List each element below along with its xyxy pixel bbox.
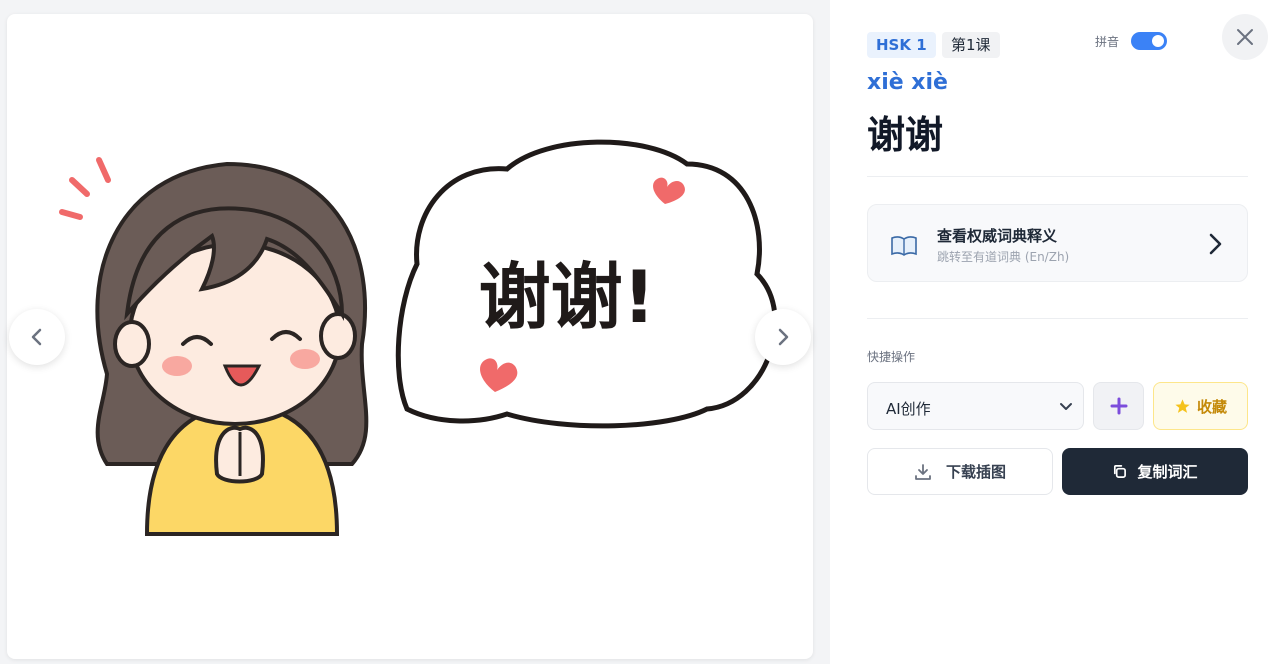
mode-select[interactable]: AI创作 <box>867 382 1084 430</box>
close-button[interactable] <box>1222 14 1268 60</box>
download-illustration-button[interactable]: 下载插图 <box>867 448 1053 495</box>
close-icon <box>1237 29 1253 45</box>
illustration-card: 谢谢! <box>7 14 813 659</box>
illustration: 谢谢! <box>59 139 778 536</box>
divider <box>867 318 1248 319</box>
chevron-right-icon <box>1209 233 1222 255</box>
copy-label: 复制词汇 <box>1137 463 1198 481</box>
download-label: 下载插图 <box>945 463 1006 481</box>
quick-actions-label: 快捷操作 <box>867 350 916 364</box>
previous-image-button[interactable] <box>9 309 65 365</box>
add-button[interactable] <box>1093 382 1144 430</box>
hsk-level-badge: HSK 1 <box>867 32 936 58</box>
toggle-knob <box>1152 35 1164 47</box>
lesson-badge: 第1课 <box>942 32 1000 58</box>
next-image-button[interactable] <box>755 309 811 365</box>
book-icon <box>891 236 917 256</box>
download-icon <box>915 463 931 480</box>
dictionary-title: 查看权威词典释义 <box>937 227 1058 245</box>
divider <box>867 176 1248 177</box>
copy-icon <box>1114 465 1127 478</box>
image-viewer: 谢谢! <box>0 0 830 664</box>
pinyin-toggle-label: 拼音 <box>1095 35 1120 49</box>
pinyin-toggle[interactable] <box>1131 32 1167 50</box>
dictionary-link-card[interactable]: 查看权威词典释义 跳转至有道词典 (En/Zh) <box>867 204 1248 282</box>
copy-word-button[interactable]: 复制词汇 <box>1062 448 1248 495</box>
plus-icon <box>1110 397 1127 415</box>
mode-select-value: AI创作 <box>886 400 931 418</box>
favorite-button[interactable]: 收藏 <box>1153 382 1248 430</box>
word-detail-panel: HSK 1 第1课 拼音 xiè xiè 谢谢 查看权威词典释义 跳转至有道词典… <box>830 0 1276 664</box>
chevron-left-icon <box>31 328 42 346</box>
word-hanzi: 谢谢 <box>867 113 944 157</box>
dictionary-subtitle: 跳转至有道词典 (En/Zh) <box>937 250 1070 264</box>
star-icon <box>1175 398 1190 413</box>
favorite-label: 收藏 <box>1196 397 1227 416</box>
word-pinyin: xiè xiè <box>867 70 948 95</box>
speech-bubble-text: 谢谢! <box>479 255 656 339</box>
chevron-down-icon <box>1060 403 1072 410</box>
chevron-right-icon <box>778 328 789 346</box>
